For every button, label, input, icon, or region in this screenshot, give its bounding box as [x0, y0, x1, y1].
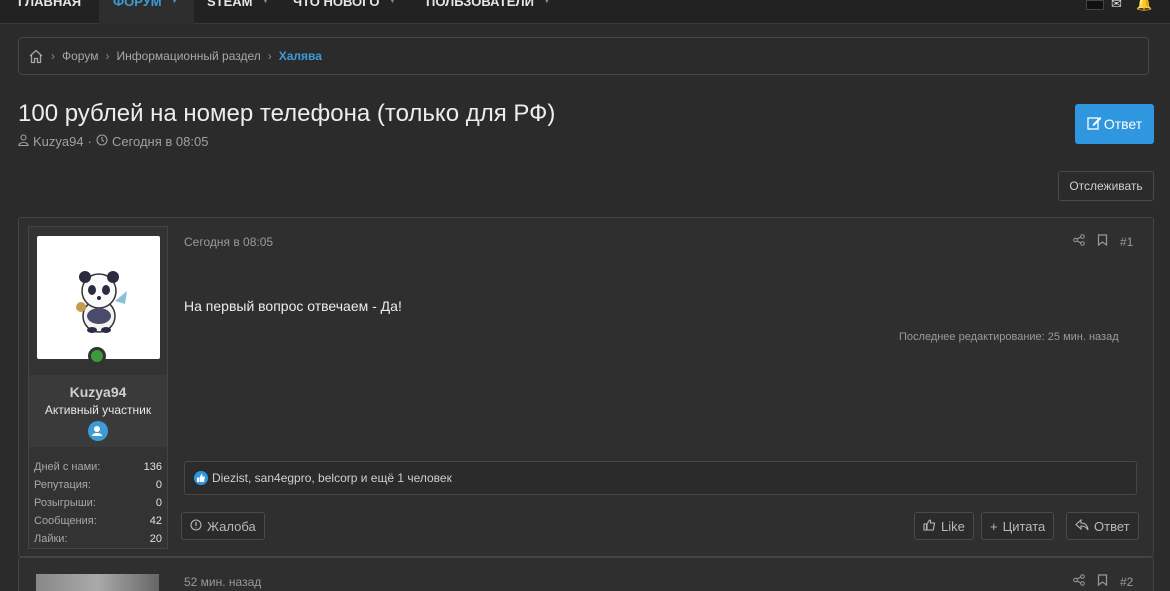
envelope-icon[interactable]: ✉ — [1111, 0, 1127, 11]
reactions-bar[interactable]: Diezist, san4egpro, belcorp и ещё 1 чело… — [184, 461, 1137, 495]
post-reply-button-label: Ответ — [1094, 518, 1130, 534]
top-navigation: Главная Форум ▼ Steam ▼ Что нового ▼ Пользо… — [0, 0, 1170, 24]
nav-steam-label: Steam — [207, 0, 253, 9]
stat-row: Розыгрыши: 0 — [34, 497, 162, 515]
stat-value: 20 — [149, 533, 162, 545]
stat-label: Сообщения: — [34, 515, 97, 527]
stat-row: Лайки: 20 — [34, 533, 162, 551]
online-status-icon — [88, 347, 106, 365]
page-title: 100 рублей на номер телефона (только для… — [18, 100, 556, 127]
stat-value: 136 — [143, 461, 162, 473]
thumbs-up-icon — [923, 518, 936, 534]
post-actions: #2 — [1073, 574, 1133, 589]
post-number[interactable]: #2 — [1120, 575, 1133, 589]
post: Kuzya94 Активный участник Дней с нами: 13… — [18, 217, 1154, 557]
chevron-down-icon[interactable]: ▼ — [542, 0, 552, 6]
quote-button[interactable]: + Цитата — [981, 512, 1055, 540]
post-actions: #1 — [1073, 234, 1133, 249]
chevron-right-icon: › — [267, 49, 272, 63]
breadcrumb-forum[interactable]: Форум — [62, 49, 98, 63]
quote-button-label: Цитата — [1002, 518, 1046, 534]
watch-button[interactable]: Отслеживать — [1058, 171, 1154, 201]
breadcrumb: › Форум › Информационный раздел › Халява — [18, 37, 1149, 75]
nav-members[interactable]: Пользователи ▼ — [426, 0, 552, 24]
stat-row: Сообщения: 42 — [34, 515, 162, 533]
share-icon[interactable] — [1073, 234, 1085, 249]
breadcrumb-current[interactable]: Халява — [279, 49, 322, 63]
panda-avatar-image — [76, 271, 127, 333]
report-button-label: Жалоба — [207, 518, 256, 534]
username[interactable]: Kuzya94 — [29, 384, 167, 400]
post-reply-button[interactable]: Ответ — [1066, 512, 1139, 540]
breadcrumb-info-section[interactable]: Информационный раздел — [116, 49, 260, 63]
chevron-right-icon: › — [51, 49, 55, 63]
stat-row: Дней с нами: 136 — [34, 461, 162, 479]
stat-label: Розыгрыши: — [34, 497, 96, 509]
user-info: Kuzya94 Активный участник — [29, 375, 167, 447]
report-icon — [190, 518, 202, 534]
edit-note: Последнее редактирование: 25 мин. назад — [899, 331, 1119, 343]
nav-whats-new[interactable]: Что нового ▼ — [293, 0, 397, 24]
bell-icon[interactable]: 🔔 — [1136, 0, 1152, 11]
share-icon[interactable] — [1073, 574, 1085, 589]
thread-date[interactable]: Сегодня в 08:05 — [112, 134, 208, 149]
stat-label: Репутация: — [34, 479, 91, 491]
user-cell: Kuzya94 Активный участник Дней с нами: 13… — [28, 226, 168, 549]
home-icon[interactable] — [28, 49, 44, 64]
avatar[interactable] — [36, 574, 159, 591]
plus-icon: + — [990, 518, 998, 534]
meta-separator: · — [87, 134, 92, 149]
post-number[interactable]: #1 — [1120, 235, 1133, 249]
chevron-down-icon[interactable]: ▼ — [387, 0, 397, 6]
post: 52 мин. назад #2 — [18, 557, 1154, 591]
nav-home[interactable]: Главная — [18, 0, 81, 24]
reply-button[interactable]: Ответ — [1075, 104, 1154, 144]
bookmark-icon[interactable] — [1097, 234, 1108, 249]
stat-value: 0 — [155, 479, 162, 491]
report-button[interactable]: Жалоба — [181, 512, 265, 540]
post-body: На первый вопрос отвечаем - Да! — [184, 298, 402, 314]
nav-forum-label: Форум — [113, 0, 162, 9]
post-date[interactable]: Сегодня в 08:05 — [184, 235, 273, 249]
like-reaction-icon — [194, 471, 208, 485]
thread-author[interactable]: Kuzya94 — [33, 134, 84, 149]
nav-steam[interactable]: Steam ▼ — [207, 0, 270, 24]
watch-button-label: Отслеживать — [1069, 179, 1143, 193]
chevron-down-icon[interactable]: ▼ — [170, 0, 180, 6]
stat-label: Дней с нами: — [34, 461, 101, 473]
stat-value: 0 — [155, 497, 162, 509]
user-icon — [18, 134, 29, 149]
user-avatar-small[interactable] — [1086, 0, 1104, 10]
chevron-right-icon: › — [105, 49, 110, 63]
reply-button-label: Ответ — [1103, 116, 1143, 132]
clock-icon — [96, 134, 108, 149]
member-badge-icon — [88, 421, 108, 441]
user-stats: Дней с нами: 136 Репутация: 0 Розыгрыши: 0 … — [34, 461, 162, 551]
reply-arrow-icon — [1075, 518, 1089, 534]
nav-members-label: Пользователи — [426, 0, 534, 9]
edit-icon — [1087, 116, 1102, 133]
post-date[interactable]: 52 мин. назад — [184, 575, 261, 589]
chevron-down-icon[interactable]: ▼ — [261, 0, 271, 6]
stat-label: Лайки: — [34, 533, 68, 545]
user-title: Активный участник — [44, 403, 152, 417]
reactions-text[interactable]: Diezist, san4egpro, belcorp и ещё 1 чело… — [212, 471, 452, 485]
stat-value: 42 — [149, 515, 162, 527]
nav-home-label: Главная — [18, 0, 82, 9]
like-button[interactable]: Like — [914, 512, 974, 540]
avatar[interactable] — [37, 236, 160, 359]
stat-row: Репутация: 0 — [34, 479, 162, 497]
thread-meta: Kuzya94 · Сегодня в 08:05 — [18, 134, 208, 149]
nav-whats-new-label: Что нового — [293, 0, 380, 9]
nav-forum[interactable]: Форум ▼ — [99, 0, 194, 24]
bookmark-icon[interactable] — [1097, 574, 1108, 589]
like-button-label: Like — [941, 518, 965, 534]
